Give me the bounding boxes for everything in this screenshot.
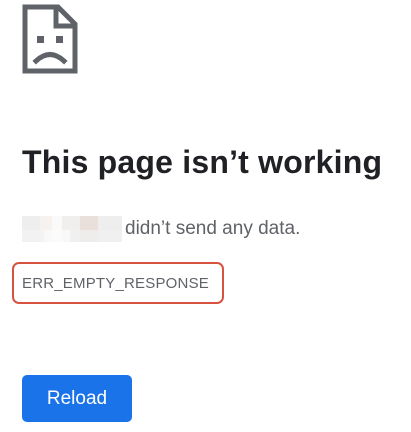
error-page: This page isn’t working didn’t send any … [0, 0, 411, 432]
reload-button[interactable]: Reload [22, 375, 132, 422]
error-message: didn’t send any data. [22, 214, 300, 244]
error-message-text: didn’t send any data. [125, 218, 301, 239]
redacted-hostname [22, 216, 122, 242]
sad-page-icon [22, 4, 78, 74]
error-code: ERR_EMPTY_RESPONSE [12, 262, 224, 304]
page-title: This page isn’t working [22, 144, 383, 180]
